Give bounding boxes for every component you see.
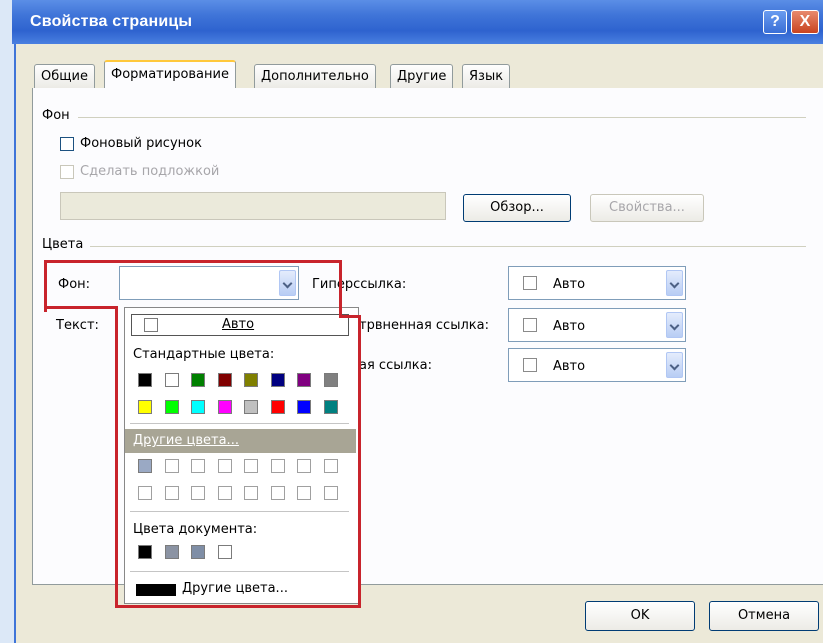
color-swatch[interactable] bbox=[297, 400, 311, 414]
watermark-label: Сделать подложкой bbox=[80, 164, 220, 179]
color-swatch[interactable] bbox=[217, 373, 232, 387]
auto-color-label: Авто bbox=[222, 317, 255, 332]
color-swatch[interactable] bbox=[270, 486, 285, 500]
browse-button[interactable]: Обзор... bbox=[463, 194, 571, 222]
active-color-value: Авто bbox=[553, 359, 586, 374]
color-swatch[interactable] bbox=[244, 400, 258, 414]
color-swatch[interactable] bbox=[138, 373, 152, 387]
color-swatch[interactable] bbox=[323, 459, 338, 473]
standard-colors-row bbox=[138, 400, 348, 416]
color-swatch[interactable] bbox=[164, 486, 179, 500]
color-swatch[interactable] bbox=[217, 486, 232, 500]
color-swatch bbox=[523, 358, 537, 372]
colors-group-line bbox=[90, 246, 806, 247]
color-swatch[interactable] bbox=[323, 486, 338, 500]
color-swatch[interactable] bbox=[270, 373, 285, 387]
color-swatch[interactable] bbox=[323, 373, 338, 387]
custom-colors-row bbox=[138, 459, 348, 475]
document-colors-row bbox=[138, 545, 248, 561]
chevron-down-icon[interactable] bbox=[666, 270, 683, 296]
cancel-button[interactable]: Отмена bbox=[709, 601, 819, 631]
more-colors-option[interactable]: Другие цвета... bbox=[130, 581, 350, 601]
highlight-outline-right bbox=[358, 315, 361, 608]
color-swatch bbox=[523, 318, 537, 332]
highlight-outline-bottom bbox=[115, 605, 361, 608]
color-swatch bbox=[144, 318, 158, 332]
text-color-label: Текст: bbox=[56, 318, 99, 333]
tab-advanced[interactable]: Дополнительно bbox=[254, 64, 376, 88]
window-title: Свойства страницы bbox=[30, 13, 193, 30]
color-swatch[interactable] bbox=[191, 486, 205, 500]
color-swatch[interactable] bbox=[138, 400, 152, 414]
color-swatch[interactable] bbox=[217, 459, 232, 473]
separator bbox=[130, 423, 349, 424]
color-swatch[interactable] bbox=[138, 545, 152, 559]
separator bbox=[130, 571, 349, 572]
document-colors-label: Цвета документа: bbox=[133, 522, 258, 537]
visited-color-value: Авто bbox=[553, 319, 586, 334]
color-swatch[interactable] bbox=[297, 459, 311, 473]
color-swatch[interactable] bbox=[217, 400, 232, 414]
tab-language[interactable]: Язык bbox=[462, 64, 511, 88]
active-link-label: ая ссылка: bbox=[359, 358, 432, 373]
visited-link-label: трвненная ссылка: bbox=[359, 318, 489, 333]
color-swatch[interactable] bbox=[297, 486, 311, 500]
color-swatch[interactable] bbox=[164, 459, 179, 473]
standard-colors-label: Стандартные цвета: bbox=[133, 347, 275, 362]
background-group-label: Фон bbox=[42, 108, 70, 123]
color-swatch[interactable] bbox=[191, 459, 205, 473]
chevron-down-icon[interactable] bbox=[666, 312, 683, 338]
more-colors-bottom-label: Другие цвета... bbox=[182, 581, 288, 596]
color-swatch[interactable] bbox=[244, 459, 258, 473]
auto-color-option[interactable]: Авто bbox=[131, 314, 349, 336]
color-swatch[interactable] bbox=[138, 459, 152, 473]
color-swatch[interactable] bbox=[191, 545, 205, 559]
highlight-outline-left bbox=[115, 306, 118, 608]
tab-formatting[interactable]: Форматирование bbox=[104, 60, 236, 89]
tab-general[interactable]: Общие bbox=[34, 64, 95, 88]
properties-button[interactable]: Свойства... bbox=[590, 194, 704, 222]
watermark-checkbox[interactable] bbox=[60, 165, 74, 179]
highlight-outline-top bbox=[44, 260, 342, 312]
color-swatch[interactable] bbox=[164, 400, 179, 414]
separator bbox=[130, 511, 349, 512]
more-colors-highlighted-option[interactable]: Другие цвета... bbox=[125, 429, 356, 453]
help-button[interactable]: ? bbox=[763, 10, 787, 34]
color-swatch[interactable] bbox=[244, 486, 258, 500]
colors-group-label: Цвета bbox=[42, 237, 84, 252]
color-swatch[interactable] bbox=[297, 373, 311, 387]
bg-image-label: Фоновый рисунок bbox=[80, 136, 202, 151]
standard-colors-row bbox=[138, 373, 348, 389]
color-swatch[interactable] bbox=[244, 373, 258, 387]
color-swatch[interactable] bbox=[270, 459, 285, 473]
color-swatch[interactable] bbox=[270, 400, 285, 414]
color-swatch[interactable] bbox=[191, 373, 205, 387]
ok-button[interactable]: OK bbox=[585, 601, 695, 631]
custom-colors-row bbox=[138, 486, 348, 502]
bg-image-checkbox[interactable] bbox=[60, 137, 74, 151]
color-swatch bbox=[523, 276, 537, 290]
background-group-line bbox=[78, 117, 806, 118]
tab-other[interactable]: Другие bbox=[390, 64, 454, 88]
bg-image-path-input[interactable] bbox=[60, 192, 446, 220]
close-button[interactable]: X bbox=[791, 10, 819, 34]
chevron-down-icon[interactable] bbox=[666, 352, 683, 378]
color-swatch[interactable] bbox=[138, 486, 152, 500]
visited-color-combo[interactable]: Авто bbox=[508, 308, 686, 342]
color-swatch[interactable] bbox=[164, 545, 179, 559]
color-swatch[interactable] bbox=[323, 400, 338, 414]
color-swatch[interactable] bbox=[217, 545, 232, 559]
hyperlink-color-value: Авто bbox=[553, 277, 586, 292]
hyperlink-color-combo[interactable]: Авто bbox=[508, 266, 686, 300]
color-swatch[interactable] bbox=[164, 373, 179, 387]
color-swatch[interactable] bbox=[191, 400, 205, 414]
active-color-combo[interactable]: Авто bbox=[508, 348, 686, 382]
more-colors-label: Другие цвета... bbox=[133, 433, 239, 448]
black-swatch bbox=[136, 584, 176, 596]
highlight-outline-step bbox=[44, 306, 118, 309]
